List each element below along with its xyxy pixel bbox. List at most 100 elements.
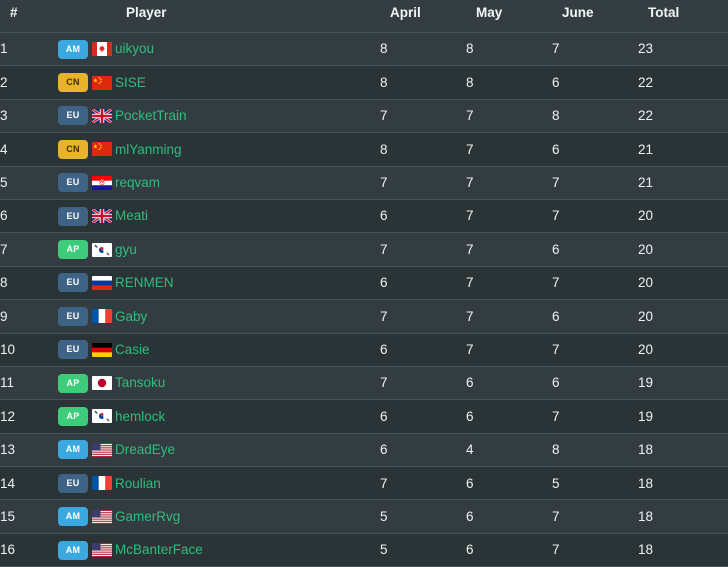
table-header: # Player April May June Total [0, 0, 728, 33]
cell-player: AM GamerRvg [58, 499, 380, 534]
table-row[interactable]: 13 AM DreadEye 6 4 8 18 [0, 433, 728, 468]
flag-japan-icon [92, 376, 112, 391]
region-badge-ap: AP [58, 406, 88, 426]
region-badge-eu: EU [58, 206, 88, 226]
player-name-link[interactable]: Meati [115, 209, 148, 223]
cell-may: 4 [466, 433, 552, 468]
player-name-link[interactable]: mlYanming [115, 143, 182, 157]
flag-china-icon [92, 75, 112, 90]
cell-may: 6 [466, 399, 552, 434]
cell-april: 7 [380, 166, 466, 200]
cell-player: EU PocketTrain [58, 99, 380, 134]
cell-total: 21 [638, 166, 728, 200]
cell-player: CN mlYanming [58, 132, 380, 167]
cell-rank: 8 [0, 266, 58, 301]
flag-croatia-icon [92, 175, 112, 190]
player-name-link[interactable]: reqvam [115, 176, 160, 190]
cell-total: 23 [638, 32, 728, 67]
cell-total: 18 [638, 499, 728, 534]
cell-may: 6 [466, 499, 552, 534]
cell-player: EU RENMEN [58, 266, 380, 301]
table-row[interactable]: 8 EU RENMEN 6 7 7 20 [0, 266, 728, 301]
flag-united-states-icon [92, 442, 112, 457]
player-wrap: CN SISE [58, 73, 380, 93]
player-name-link[interactable]: PocketTrain [115, 109, 187, 123]
cell-player: EU Casie [58, 333, 380, 367]
player-wrap: CN mlYanming [58, 139, 380, 159]
table-row[interactable]: 14 EU Roulian 7 6 5 18 [0, 466, 728, 501]
cell-june: 8 [552, 433, 638, 468]
cell-april: 7 [380, 366, 466, 401]
player-name-link[interactable]: SISE [115, 76, 146, 90]
table-row[interactable]: 9 EU Gaby 7 7 6 20 [0, 299, 728, 334]
cell-june: 7 [552, 333, 638, 367]
table-row[interactable]: 4 CN mlYanming 8 7 6 21 [0, 132, 728, 167]
column-header-may: May [466, 0, 552, 33]
cell-player: AM DreadEye [58, 433, 380, 468]
region-badge-cn: CN [58, 139, 88, 159]
table-row[interactable]: 2 CN SISE 8 8 6 22 [0, 65, 728, 100]
flag-france-icon [92, 309, 112, 324]
cell-rank: 11 [0, 366, 58, 401]
region-badge-eu: EU [58, 306, 88, 326]
cell-rank: 6 [0, 199, 58, 234]
table-row[interactable]: 10 EU Casie 6 7 7 20 [0, 333, 728, 367]
cell-total: 22 [638, 65, 728, 100]
cell-may: 8 [466, 65, 552, 100]
cell-total: 20 [638, 266, 728, 301]
table-row[interactable]: 6 EU Meati 6 7 7 20 [0, 199, 728, 234]
cell-april: 5 [380, 499, 466, 534]
player-name-link[interactable]: McBanterFace [115, 543, 203, 557]
cell-total: 22 [638, 99, 728, 134]
cell-rank: 12 [0, 399, 58, 434]
player-wrap: AM McBanterFace [58, 540, 380, 560]
player-name-link[interactable]: Gaby [115, 310, 147, 324]
cell-may: 7 [466, 132, 552, 167]
cell-may: 7 [466, 232, 552, 267]
cell-player: CN SISE [58, 65, 380, 100]
cell-june: 5 [552, 466, 638, 501]
table-row[interactable]: 3 EU PocketTrain 7 7 8 22 [0, 99, 728, 134]
region-badge-cn: CN [58, 73, 88, 93]
cell-rank: 4 [0, 132, 58, 167]
player-name-link[interactable]: Tansoku [115, 376, 165, 390]
player-name-link[interactable]: uikyou [115, 42, 154, 56]
table-row[interactable]: 15 AM GamerRvg 5 6 7 18 [0, 499, 728, 534]
player-name-link[interactable]: GamerRvg [115, 510, 180, 524]
cell-june: 7 [552, 166, 638, 200]
region-badge-am: AM [58, 540, 88, 560]
cell-total: 20 [638, 299, 728, 334]
player-wrap: EU Gaby [58, 306, 380, 326]
cell-rank: 2 [0, 65, 58, 100]
player-name-link[interactable]: DreadEye [115, 443, 175, 457]
table-row[interactable]: 5 EU reqvam 7 7 7 21 [0, 166, 728, 200]
cell-april: 8 [380, 132, 466, 167]
cell-april: 7 [380, 299, 466, 334]
table-row[interactable]: 1 AM uikyou 8 8 7 23 [0, 32, 728, 67]
table-row[interactable]: 12 AP hemlock 6 6 7 19 [0, 399, 728, 434]
cell-player: EU Roulian [58, 466, 380, 501]
player-wrap: AP hemlock [58, 406, 380, 426]
cell-april: 8 [380, 65, 466, 100]
player-name-link[interactable]: Roulian [115, 477, 161, 491]
player-wrap: AP Tansoku [58, 373, 380, 393]
cell-june: 7 [552, 399, 638, 434]
player-name-link[interactable]: Casie [115, 343, 150, 357]
cell-rank: 14 [0, 466, 58, 501]
cell-total: 18 [638, 466, 728, 501]
cell-may: 8 [466, 32, 552, 67]
region-badge-am: AM [58, 440, 88, 460]
cell-april: 7 [380, 232, 466, 267]
flag-united-states-icon [92, 509, 112, 524]
flag-united-kingdom-icon [92, 108, 112, 123]
player-name-link[interactable]: RENMEN [115, 276, 174, 290]
table-row[interactable]: 7 AP gyu 7 7 6 20 [0, 232, 728, 267]
cell-june: 6 [552, 65, 638, 100]
player-name-link[interactable]: gyu [115, 243, 137, 257]
table-row[interactable]: 11 AP Tansoku 7 6 6 19 [0, 366, 728, 401]
cell-june: 6 [552, 232, 638, 267]
cell-rank: 10 [0, 333, 58, 367]
player-wrap: AP gyu [58, 240, 380, 260]
cell-rank: 7 [0, 232, 58, 267]
player-name-link[interactable]: hemlock [115, 410, 165, 424]
